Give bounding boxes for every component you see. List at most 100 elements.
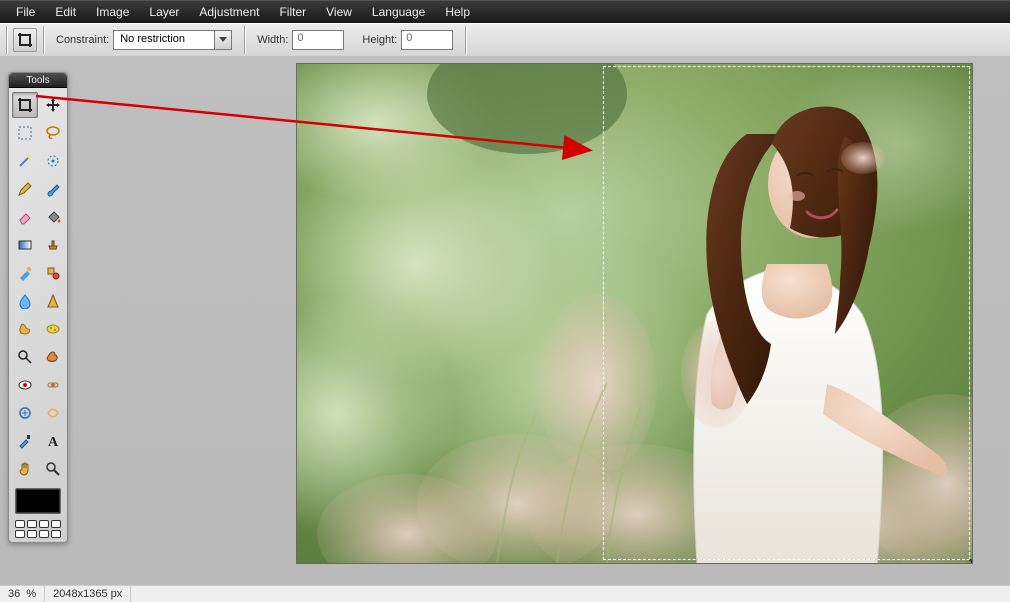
sharpen-icon — [45, 293, 61, 309]
width-input[interactable]: 0 — [292, 30, 344, 50]
burn-icon — [45, 349, 61, 365]
height-input[interactable]: 0 — [401, 30, 453, 50]
shape-icon — [45, 265, 61, 281]
tool-spot-heal[interactable] — [40, 372, 66, 398]
canvas[interactable] — [296, 63, 973, 564]
tool-dodge[interactable] — [12, 344, 38, 370]
gradient-icon — [17, 237, 33, 253]
move-icon — [45, 97, 61, 113]
chevron-down-icon — [219, 37, 227, 43]
color-replace-icon — [17, 265, 33, 281]
tool-brush[interactable] — [40, 176, 66, 202]
hand-icon — [17, 461, 33, 477]
menu-file[interactable]: File — [6, 3, 45, 21]
status-bar: 36 % 2048x1365 px — [0, 585, 1010, 602]
options-bar: Constraint: No restriction Width: 0 Heig… — [0, 23, 1010, 57]
canvas-image — [297, 64, 972, 563]
zoom-icon — [45, 461, 61, 477]
tools-grid: A — [9, 88, 67, 484]
tool-crop[interactable] — [12, 92, 38, 118]
eraser-icon — [17, 209, 33, 225]
status-zoom-suffix: % — [26, 588, 36, 600]
marquee-icon — [17, 125, 33, 141]
menu-language[interactable]: Language — [362, 3, 435, 21]
foreground-color-swatch[interactable] — [15, 488, 61, 514]
menu-view[interactable]: View — [316, 3, 362, 21]
tool-hand[interactable] — [12, 456, 38, 482]
type-icon: A — [45, 433, 61, 449]
tool-burn[interactable] — [40, 344, 66, 370]
status-dimensions: 2048x1365 px — [45, 586, 131, 602]
menu-bar: File Edit Image Layer Adjustment Filter … — [0, 0, 1010, 23]
tool-red-eye[interactable] — [12, 372, 38, 398]
blur-icon — [17, 293, 33, 309]
tool-brush-select[interactable] — [40, 148, 66, 174]
tool-sponge[interactable] — [40, 316, 66, 342]
tool-type[interactable]: A — [40, 428, 66, 454]
width-group: Width: 0 — [251, 30, 350, 50]
tool-smudge[interactable] — [12, 316, 38, 342]
tool-sharpen[interactable] — [40, 288, 66, 314]
tools-panel-title: Tools — [9, 73, 67, 88]
constraint-combo[interactable]: No restriction — [113, 30, 232, 50]
paint-bucket-icon — [45, 209, 61, 225]
pencil-icon — [17, 181, 33, 197]
status-zoom-value: 36 — [8, 588, 20, 600]
quickselect-icon — [45, 153, 61, 169]
width-label: Width: — [257, 34, 288, 46]
tool-clone-stamp[interactable] — [40, 232, 66, 258]
bloat-icon — [17, 405, 33, 421]
height-label: Height: — [362, 34, 397, 46]
tool-color-replace[interactable] — [12, 260, 38, 286]
brush-icon — [45, 181, 61, 197]
constraint-combo-button[interactable] — [214, 30, 232, 50]
wand-icon — [17, 153, 33, 169]
tool-blur[interactable] — [12, 288, 38, 314]
tools-panel[interactable]: Tools A — [8, 72, 68, 543]
menu-help[interactable]: Help — [435, 3, 480, 21]
pinch-icon — [45, 405, 61, 421]
workspace: Tools A — [0, 56, 1010, 586]
spot-heal-icon — [45, 377, 61, 393]
optbar-divider — [43, 26, 44, 54]
tool-lasso[interactable] — [40, 120, 66, 146]
lasso-icon — [45, 125, 61, 141]
constraint-group: Constraint: No restriction — [50, 30, 238, 50]
menu-layer[interactable]: Layer — [139, 3, 189, 21]
optbar-divider — [244, 26, 245, 54]
tool-pinch[interactable] — [40, 400, 66, 426]
red-eye-icon — [17, 377, 33, 393]
menu-filter[interactable]: Filter — [269, 3, 316, 21]
optbar-divider — [465, 26, 466, 54]
sponge-icon — [45, 321, 61, 337]
crop-icon — [17, 32, 33, 48]
tool-eyedropper[interactable] — [12, 428, 38, 454]
constraint-label: Constraint: — [56, 34, 109, 46]
tool-pencil[interactable] — [12, 176, 38, 202]
tool-eraser[interactable] — [12, 204, 38, 230]
tool-move[interactable] — [40, 92, 66, 118]
optbar-divider — [6, 26, 7, 54]
active-tool-indicator — [13, 28, 37, 52]
svg-text:A: A — [48, 435, 59, 449]
menu-image[interactable]: Image — [86, 3, 139, 21]
height-group: Height: 0 — [356, 30, 459, 50]
dodge-icon — [17, 349, 33, 365]
crop-icon — [17, 97, 33, 113]
tool-wand[interactable] — [12, 148, 38, 174]
eyedropper-icon — [17, 433, 33, 449]
tools-foot — [9, 484, 67, 542]
menu-edit[interactable]: Edit — [45, 3, 86, 21]
constraint-combo-value: No restriction — [113, 30, 214, 50]
tool-drawing-shape[interactable] — [40, 260, 66, 286]
smudge-icon — [17, 321, 33, 337]
tool-marquee[interactable] — [12, 120, 38, 146]
tool-zoom[interactable] — [40, 456, 66, 482]
tool-gradient[interactable] — [12, 232, 38, 258]
menu-adjustment[interactable]: Adjustment — [189, 3, 269, 21]
swatch-presets[interactable] — [15, 520, 61, 538]
tool-bloat[interactable] — [12, 400, 38, 426]
tool-paint-bucket[interactable] — [40, 204, 66, 230]
clone-stamp-icon — [45, 237, 61, 253]
status-zoom: 36 % — [0, 586, 45, 602]
